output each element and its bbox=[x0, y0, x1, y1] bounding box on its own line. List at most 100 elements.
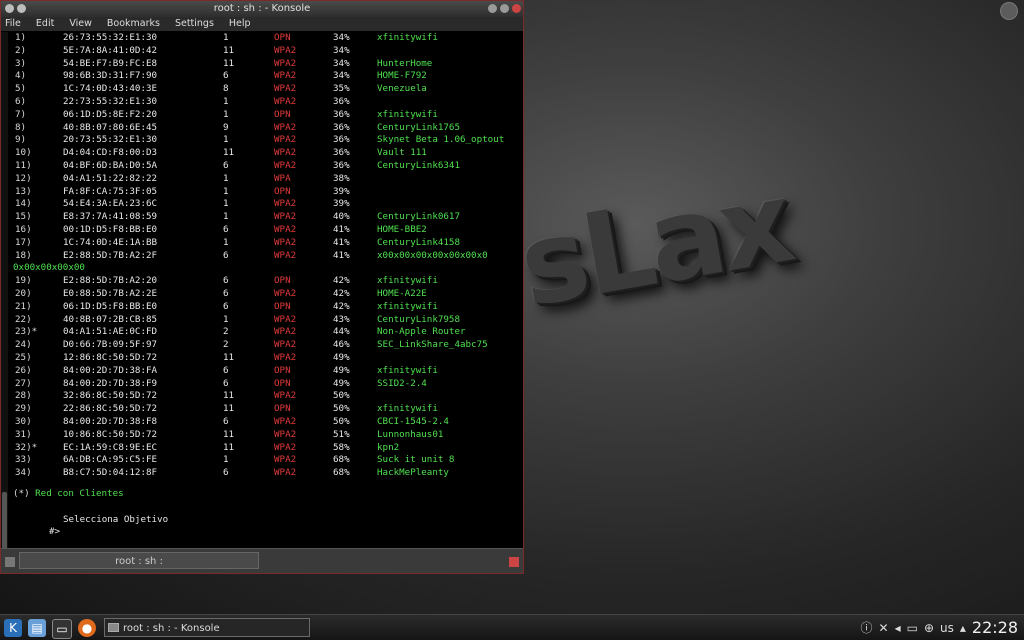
network-power: 42% bbox=[333, 275, 350, 287]
network-channel: 11 bbox=[223, 44, 235, 56]
network-essid: CBCI-1545-2.4 bbox=[377, 415, 449, 427]
network-power: 36% bbox=[333, 147, 350, 159]
menu-settings[interactable]: Settings bbox=[175, 17, 221, 31]
network-row: 12) 04:A1:51:22:82:22 1 WPA 38% bbox=[9, 173, 523, 186]
close-tab-icon[interactable] bbox=[509, 557, 519, 567]
menu-file[interactable]: File bbox=[5, 17, 28, 31]
network-power: 68% bbox=[333, 454, 350, 466]
window-titlebar[interactable]: root : sh : - Konsole bbox=[1, 1, 523, 17]
desktop-corner-button[interactable] bbox=[1000, 2, 1018, 20]
network-channel: 11 bbox=[223, 351, 235, 363]
application-launcher-icon[interactable]: K bbox=[4, 619, 22, 637]
network-bssid: 1C:74:0D:43:40:3E bbox=[63, 83, 158, 95]
network-encryption: OPN bbox=[274, 275, 291, 287]
network-number: 5) bbox=[15, 83, 27, 95]
firefox-icon[interactable]: ● bbox=[78, 619, 96, 637]
scrollbar-thumb[interactable] bbox=[2, 492, 7, 552]
network-channel: 1 bbox=[223, 185, 229, 197]
network-power: 36% bbox=[333, 134, 350, 146]
network-row: 16) 00:1D:D5:F8:BB:E0 6 WPA2 41% HOME-BBE2 bbox=[9, 224, 523, 237]
network-bssid: 04:BF:6D:BA:D0:5A bbox=[63, 159, 158, 171]
network-encryption: WPA2 bbox=[274, 198, 297, 210]
legend-text: Red con Clientes bbox=[29, 487, 124, 499]
network-channel: 6 bbox=[223, 300, 229, 312]
network-encryption: WPA2 bbox=[274, 249, 297, 261]
network-essid: HOME-BBE2 bbox=[377, 223, 427, 235]
network-number: 1) bbox=[15, 32, 27, 43]
network-row: 32)* EC:1A:59:C8:9E:EC 11 WPA2 58% kpn2 bbox=[9, 442, 523, 455]
new-tab-icon[interactable] bbox=[5, 557, 15, 567]
network-bssid: 04:A1:51:22:82:22 bbox=[63, 172, 158, 184]
volume-icon[interactable]: ◂ bbox=[895, 621, 901, 635]
pin-icon[interactable] bbox=[17, 4, 26, 13]
network-power: 42% bbox=[333, 300, 350, 312]
network-power: 42% bbox=[333, 287, 350, 299]
network-power: 49% bbox=[333, 351, 350, 363]
network-power: 41% bbox=[333, 223, 350, 235]
network-row: 11) 04:BF:6D:BA:D0:5A 6 WPA2 36% CenturyLink6… bbox=[9, 160, 523, 173]
network-number: 34) bbox=[15, 467, 32, 479]
close-icon[interactable] bbox=[512, 4, 521, 13]
network-row: 20) E0:88:5D:7B:A2:2E 6 WPA2 42% HOME-A22E bbox=[9, 288, 523, 301]
network-power: 38% bbox=[333, 172, 350, 184]
network-power: 43% bbox=[333, 313, 350, 325]
network-icon[interactable]: ▭ bbox=[907, 621, 918, 635]
task-konsole[interactable]: root : sh : - Konsole bbox=[104, 618, 310, 637]
network-number: 15) bbox=[15, 211, 32, 223]
network-bssid: 40:8B:07:2B:CB:85 bbox=[63, 313, 158, 325]
desktop-logo: sLax bbox=[510, 157, 800, 333]
network-power: 41% bbox=[333, 249, 350, 261]
network-number: 25) bbox=[15, 351, 32, 363]
network-bssid: 98:6B:3D:31:F7:90 bbox=[63, 70, 158, 82]
network-essid: CenturyLink7958 bbox=[377, 313, 460, 325]
network-encryption: WPA2 bbox=[274, 134, 297, 146]
expand-tray-icon[interactable]: ▴ bbox=[960, 621, 966, 635]
network-bssid: E2:88:5D:7B:A2:2F bbox=[63, 249, 158, 261]
clock[interactable]: 22:28 bbox=[972, 618, 1018, 637]
network-essid: HackMePleanty bbox=[377, 467, 449, 479]
session-tab[interactable]: root : sh : bbox=[19, 552, 259, 569]
update-icon[interactable]: ⊕ bbox=[924, 621, 934, 635]
network-power: 40% bbox=[333, 211, 350, 223]
network-bssid: 32:86:8C:50:5D:72 bbox=[63, 390, 158, 402]
terminal-icon[interactable]: ▭ bbox=[52, 619, 72, 639]
network-number: 14) bbox=[15, 198, 32, 210]
network-number: 30) bbox=[15, 415, 32, 427]
menu-bookmarks[interactable]: Bookmarks bbox=[107, 17, 167, 31]
menu-help[interactable]: Help bbox=[229, 17, 258, 31]
network-encryption: WPA2 bbox=[274, 454, 297, 466]
menu-view[interactable]: View bbox=[69, 17, 99, 31]
network-encryption: WPA2 bbox=[274, 441, 297, 453]
network-channel: 11 bbox=[223, 147, 235, 159]
task-label: root : sh : - Konsole bbox=[123, 623, 220, 634]
minimize-icon[interactable] bbox=[488, 4, 497, 13]
network-channel: 11 bbox=[223, 57, 235, 69]
network-channel: 11 bbox=[223, 441, 235, 453]
network-channel: 6 bbox=[223, 287, 229, 299]
network-row: 5) 1C:74:0D:43:40:3E 8 WPA2 35% Venezuela bbox=[9, 83, 523, 96]
network-row: 3) 54:BE:F7:B9:FC:E8 11 WPA2 34% HunterHome bbox=[9, 58, 523, 71]
select-target-label: Selecciona Objetivo bbox=[63, 513, 169, 525]
network-row: 23)* 04:A1:51:AE:0C:FD 2 WPA2 44% Non-Apple R… bbox=[9, 326, 523, 339]
terminal-scrollbar[interactable] bbox=[1, 32, 8, 552]
network-number: 24) bbox=[15, 339, 32, 351]
network-row: 33) 6A:DB:CA:95:C5:FE 1 WPA2 68% Suck it unit… bbox=[9, 454, 523, 467]
shell-prompt[interactable]: #> bbox=[9, 526, 523, 539]
network-number: 10) bbox=[15, 147, 32, 159]
window-menu-icon[interactable] bbox=[5, 4, 14, 13]
network-channel: 1 bbox=[223, 313, 229, 325]
menu-edit[interactable]: Edit bbox=[36, 17, 61, 31]
keyboard-layout[interactable]: us bbox=[940, 621, 954, 635]
network-power: 36% bbox=[333, 121, 350, 133]
file-manager-icon[interactable]: ▤ bbox=[28, 619, 46, 637]
info-icon[interactable]: ⓘ bbox=[860, 619, 872, 636]
network-number: 13) bbox=[15, 185, 32, 197]
network-number: 3) bbox=[15, 57, 27, 69]
network-essid: xfinitywifi bbox=[377, 275, 438, 287]
menubar: File Edit View Bookmarks Settings Help bbox=[1, 17, 523, 31]
tools-icon[interactable]: ✕ bbox=[879, 621, 889, 635]
maximize-icon[interactable] bbox=[500, 4, 509, 13]
network-number: 7) bbox=[15, 108, 27, 120]
network-number: 12) bbox=[15, 172, 32, 184]
terminal-output[interactable]: 1) 26:73:55:32:E1:30 1 OPN 34% xfinitywifi 2) 5… bbox=[9, 32, 523, 549]
